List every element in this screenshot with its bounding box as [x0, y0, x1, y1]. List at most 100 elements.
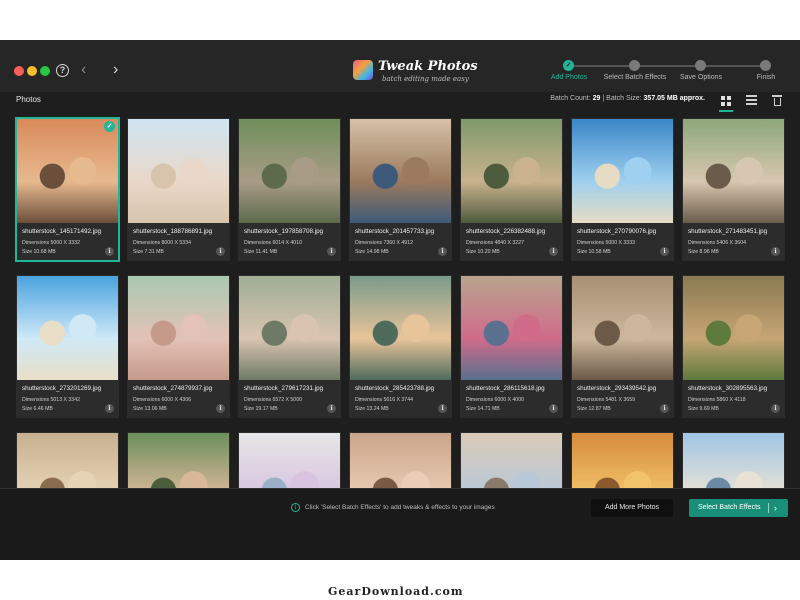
photo-thumbnail[interactable] [128, 276, 229, 380]
trash-icon[interactable] [772, 95, 782, 106]
photo-filename: shutterstock_293439542.jpg [577, 385, 657, 392]
info-icon[interactable]: i [771, 404, 780, 413]
photo-thumbnail[interactable] [17, 433, 118, 488]
photo-size: Size 14.71 MB [466, 406, 500, 412]
photo-size: Size 6.46 MB [22, 406, 53, 412]
step-label-add-photos[interactable]: Add Photos [551, 74, 587, 81]
photo-dimensions: Dimensions 5616 X 3744 [355, 397, 413, 403]
grid-view-icon[interactable] [721, 96, 731, 106]
photo-card[interactable]: shutterstock_270790076.jpg Dimensions 500… [571, 118, 674, 261]
photo-size: Size 19.17 MB [244, 406, 278, 412]
photo-size: Size 10.20 MB [466, 249, 500, 255]
photo-thumbnail[interactable] [239, 276, 340, 380]
photo-thumbnail[interactable] [350, 433, 451, 488]
select-batch-effects-button[interactable]: Select Batch Effects › [689, 499, 788, 517]
minimize-window-button[interactable] [27, 66, 37, 76]
photo-thumbnail[interactable] [128, 433, 229, 488]
info-icon[interactable]: i [105, 247, 114, 256]
photo-size: Size 11.41 MB [244, 249, 278, 255]
step-dot-save-options[interactable] [695, 60, 706, 71]
photo-thumbnail[interactable] [683, 433, 784, 488]
photo-thumbnail[interactable] [17, 276, 118, 380]
info-icon[interactable]: i [438, 247, 447, 256]
step-dot-finish[interactable] [760, 60, 771, 71]
photo-thumbnail[interactable] [683, 119, 784, 223]
photo-card[interactable] [238, 432, 341, 488]
photo-card[interactable]: shutterstock_226382488.jpg Dimensions 484… [460, 118, 563, 261]
photo-thumbnail[interactable] [17, 119, 118, 223]
photo-thumbnail[interactable] [572, 276, 673, 380]
photo-thumbnail[interactable] [350, 119, 451, 223]
photo-card[interactable]: shutterstock_197858708.jpg Dimensions 601… [238, 118, 341, 261]
photo-thumbnail[interactable] [461, 433, 562, 488]
select-batch-effects-label: Select Batch Effects [698, 504, 761, 511]
photo-filename: shutterstock_279617231.jpg [244, 385, 324, 392]
photo-card[interactable]: shutterstock_271483451.jpg Dimensions 540… [682, 118, 785, 261]
info-icon[interactable]: i [327, 404, 336, 413]
photo-card[interactable]: shutterstock_285423788.jpg Dimensions 561… [349, 275, 452, 418]
photo-dimensions: Dimensions 6014 X 4010 [244, 240, 302, 246]
help-icon[interactable]: ? [56, 64, 69, 77]
info-icon[interactable]: i [216, 247, 225, 256]
photo-size: Size 14.98 MB [355, 249, 389, 255]
photo-card[interactable] [127, 432, 230, 488]
back-arrow-icon[interactable]: ‹ [81, 62, 86, 78]
step-dot-add-photos[interactable]: ✓ [563, 60, 574, 71]
info-icon[interactable]: i [549, 247, 558, 256]
info-icon[interactable]: i [438, 404, 447, 413]
photo-dimensions: Dimensions 5481 X 3659 [577, 397, 635, 403]
photo-card[interactable]: shutterstock_293439542.jpg Dimensions 548… [571, 275, 674, 418]
photo-filename: shutterstock_188786891.jpg [133, 228, 213, 235]
photo-card[interactable] [571, 432, 674, 488]
photo-card[interactable]: shutterstock_201457733.jpg Dimensions 736… [349, 118, 452, 261]
photo-card[interactable] [349, 432, 452, 488]
photo-thumbnail[interactable] [239, 433, 340, 488]
top-margin [0, 0, 800, 40]
photo-thumbnail[interactable] [128, 119, 229, 223]
photo-card[interactable]: ✓ shutterstock_145171492.jpg Dimensions 50… [15, 117, 120, 262]
batch-separator: | [602, 95, 605, 102]
photo-filename: shutterstock_302895563.jpg [688, 385, 768, 392]
info-icon[interactable]: i [216, 404, 225, 413]
step-label-select-batch-effects[interactable]: Select Batch Effects [604, 74, 667, 81]
photo-thumbnail[interactable] [461, 276, 562, 380]
list-view-icon[interactable] [746, 95, 757, 107]
info-icon[interactable]: i [771, 247, 780, 256]
photo-thumbnail[interactable] [239, 119, 340, 223]
photo-filename: shutterstock_201457733.jpg [355, 228, 435, 235]
photo-card[interactable]: shutterstock_302895563.jpg Dimensions 586… [682, 275, 785, 418]
photo-card[interactable] [682, 432, 785, 488]
info-icon[interactable]: i [549, 404, 558, 413]
info-icon[interactable]: i [105, 404, 114, 413]
photo-thumbnail[interactable] [350, 276, 451, 380]
zoom-window-button[interactable] [40, 66, 50, 76]
photo-size: Size 13.06 MB [133, 406, 167, 412]
add-more-photos-button[interactable]: Add More Photos [591, 499, 673, 517]
photo-size: Size 13.24 MB [355, 406, 389, 412]
close-window-button[interactable] [14, 66, 24, 76]
step-label-save-options[interactable]: Save Options [680, 74, 722, 81]
photo-filename: shutterstock_197858708.jpg [244, 228, 324, 235]
info-icon[interactable]: i [660, 247, 669, 256]
photo-card[interactable]: shutterstock_273201269.jpg Dimensions 501… [16, 275, 119, 418]
forward-arrow-icon[interactable]: › [113, 62, 118, 78]
step-label-finish[interactable]: Finish [757, 74, 776, 81]
info-icon: i [291, 503, 300, 512]
photo-filename: shutterstock_274879937.jpg [133, 385, 213, 392]
photo-card[interactable]: shutterstock_286115618.jpg Dimensions 600… [460, 275, 563, 418]
photo-card[interactable]: shutterstock_279617231.jpg Dimensions 657… [238, 275, 341, 418]
button-divider [768, 503, 769, 513]
photo-card[interactable] [16, 432, 119, 488]
photo-thumbnail[interactable] [461, 119, 562, 223]
photo-card[interactable]: shutterstock_188786891.jpg Dimensions 800… [127, 118, 230, 261]
photo-thumbnail[interactable] [572, 433, 673, 488]
photo-size: Size 9.69 MB [688, 406, 719, 412]
photo-card[interactable]: shutterstock_274879937.jpg Dimensions 600… [127, 275, 230, 418]
photo-card[interactable] [460, 432, 563, 488]
photo-dimensions: Dimensions 6572 X 5000 [244, 397, 302, 403]
photo-thumbnail[interactable] [683, 276, 784, 380]
photo-thumbnail[interactable] [572, 119, 673, 223]
step-dot-select-batch-effects[interactable] [629, 60, 640, 71]
info-icon[interactable]: i [327, 247, 336, 256]
info-icon[interactable]: i [660, 404, 669, 413]
